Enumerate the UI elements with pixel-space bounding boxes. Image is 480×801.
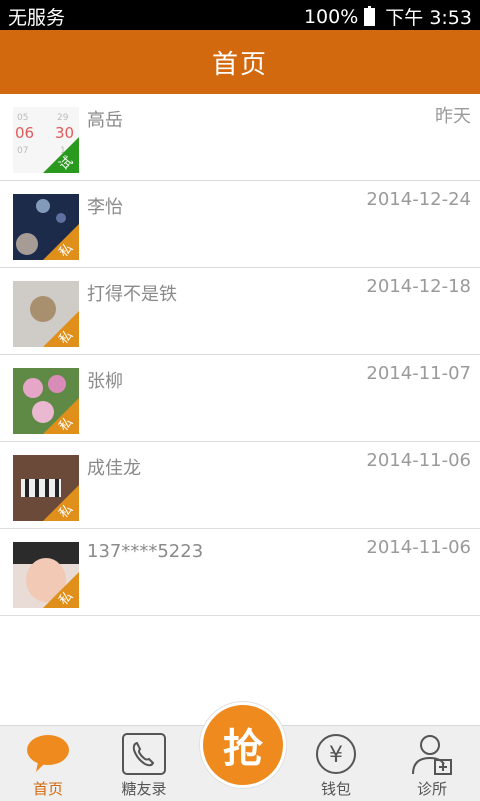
svg-text:07: 07 [17,146,28,156]
contact-date: 2014-11-07 [366,363,471,384]
yen-coin-icon: ¥ [316,734,356,774]
avatar: 私 [13,455,79,521]
contact-name: 高岳 [87,110,123,131]
clock: 下午 3:53 [385,7,472,29]
grab-button-label: 抢 [223,726,263,772]
status-bar: 无服务 100% 下午 3:53 [0,0,480,30]
list-item[interactable]: 私 成佳龙 2014-11-06 [0,442,480,529]
contact-date: 昨天 [435,106,471,127]
svg-text:06: 06 [15,124,34,142]
contact-date: 2014-12-24 [366,189,471,210]
tab-wallet[interactable]: ¥ 钱包 [288,726,384,801]
avatar: 私 [13,281,79,347]
contact-name: 137****5223 [87,541,204,562]
avatar: 05 29 06 30 07 1 试 [13,107,79,173]
tab-home[interactable]: 首页 [0,726,96,801]
avatar: 私 [13,542,79,608]
doctor-icon [412,735,452,775]
svg-text:05: 05 [17,113,28,123]
avatar: 私 [13,368,79,434]
status-right: 100% 下午 3:53 [304,3,472,30]
page-title-text: 首页 [211,49,268,80]
contact-name: 打得不是铁 [87,284,177,305]
tab-wallet-label: 钱包 [320,780,351,798]
list-item[interactable]: 私 李怡 2014-12-24 [0,181,480,268]
list-item[interactable]: 私 打得不是铁 2014-12-18 [0,268,480,355]
tab-clinic[interactable]: 诊所 [384,726,480,801]
list-item[interactable]: 私 张柳 2014-11-07 [0,355,480,442]
grab-button[interactable]: 抢 [200,702,286,788]
battery-icon [364,5,376,26]
phone-icon [122,733,166,775]
contact-name: 成佳龙 [87,458,141,479]
carrier-label: 无服务 [8,7,66,29]
battery-percent: 100% [303,5,359,28]
tab-clinic-label: 诊所 [416,780,447,798]
contact-date: 2014-11-06 [366,450,471,471]
contact-list: 05 29 06 30 07 1 试 高岳 昨天 私 李怡 2014-12-24… [0,94,480,616]
contact-date: 2014-11-06 [366,537,471,558]
list-item[interactable]: 私 137****5223 2014-11-06 [0,529,480,616]
contact-name: 李怡 [87,197,123,218]
tab-contacts-label: 糖友录 [121,780,167,798]
list-item[interactable]: 05 29 06 30 07 1 试 高岳 昨天 [0,94,480,181]
tab-contacts[interactable]: 糖友录 [96,726,192,801]
avatar: 私 [13,194,79,260]
svg-text:¥: ¥ [329,743,343,768]
page-title: 首页 [0,30,480,94]
svg-text:30: 30 [55,124,74,142]
tab-home-label: 首页 [32,780,63,798]
svg-text:29: 29 [57,113,69,123]
contact-date: 2014-12-18 [366,276,471,297]
contact-name: 张柳 [87,371,123,392]
speech-bubble-icon [27,735,69,772]
